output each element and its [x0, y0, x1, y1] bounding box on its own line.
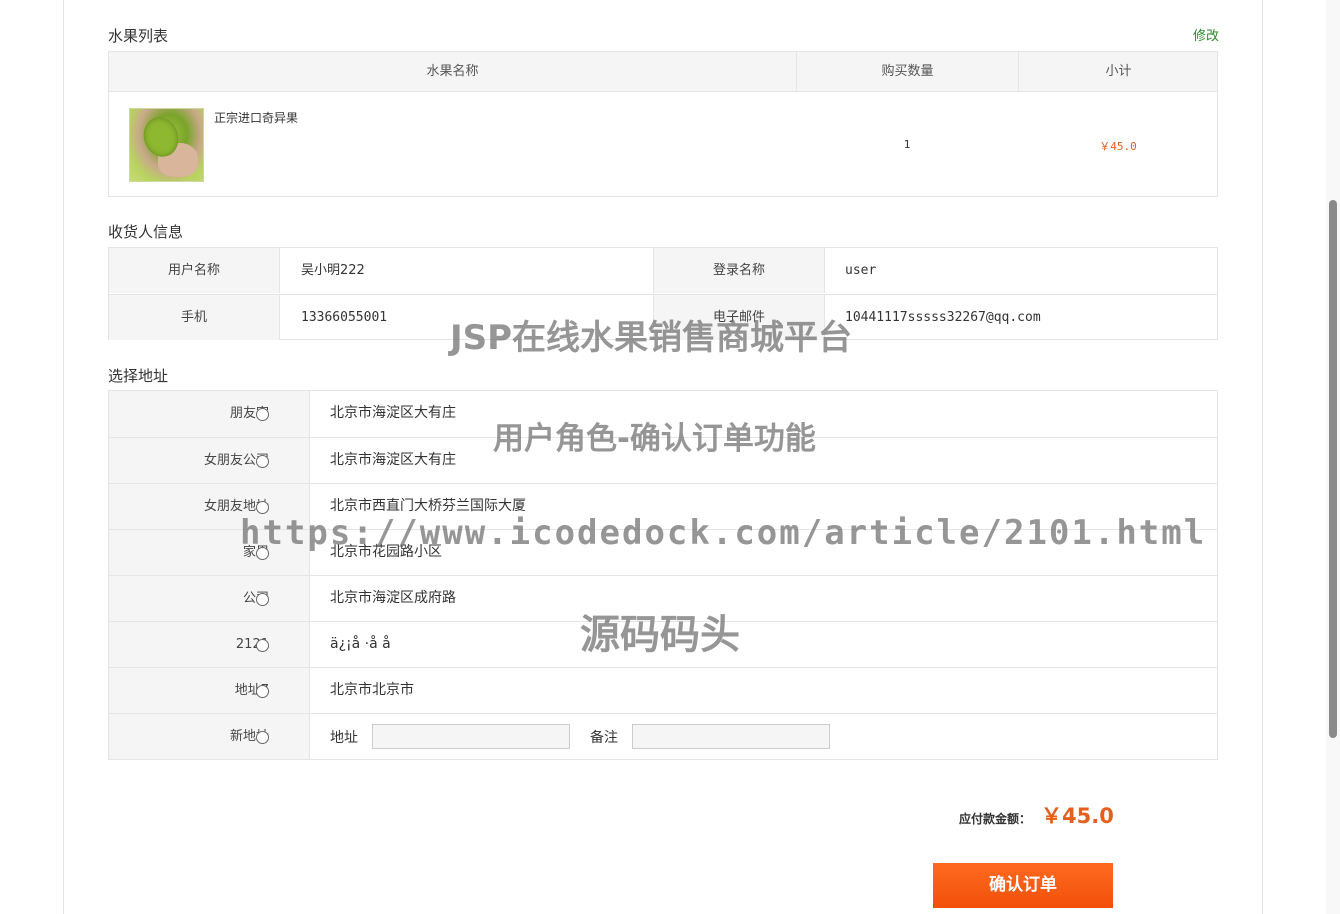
total-amount: ￥45.0 [1041, 804, 1114, 828]
new-address-row: 新地址 地址 备注 [109, 713, 1217, 759]
phone-value: 13366055001 [301, 310, 388, 325]
fruit-subtotal: ￥45.0 [1099, 140, 1137, 153]
fruit-quantity: 1 [903, 138, 911, 151]
address-option-row[interactable]: 女朋友地址 北京市西直门大桥芬兰国际大厦 [109, 483, 1217, 529]
fruit-image[interactable] [129, 108, 204, 182]
address-option-label: 女朋友公司 [109, 438, 310, 483]
address-option-text: 北京市花园路小区 [330, 544, 442, 560]
receiver-table: 用户名称 吴小明222 登录名称 user 手机 13366055001 电子邮… [108, 247, 1218, 340]
fruit-table: 水果名称 购买数量 小计 正宗进口奇异果 1 ￥45.0 [108, 51, 1218, 197]
address-radio[interactable] [256, 501, 269, 514]
scrollbar-thumb[interactable] [1329, 200, 1337, 738]
address-option-text: 北京市海淀区大有庄 [330, 452, 456, 468]
address-radio[interactable] [256, 408, 269, 421]
header-fruit-name: 水果名称 [426, 64, 479, 79]
address-option-label: 2121 [109, 622, 310, 667]
edit-link[interactable]: 修改 [1193, 25, 1219, 44]
fruit-list-title: 水果列表 [108, 27, 169, 45]
new-address-input[interactable] [372, 724, 570, 749]
login-name-value: user [845, 263, 877, 278]
login-name-label: 登录名称 [653, 248, 825, 293]
address-option-label: 地址7 [109, 668, 310, 713]
address-option-row[interactable]: 公司 北京市海淀区成府路 [109, 575, 1217, 621]
new-address-fields: 地址 备注 [330, 714, 850, 759]
header-quantity: 购买数量 [796, 52, 1018, 91]
address-field-label: 地址 [330, 729, 358, 746]
fruit-name[interactable]: 正宗进口奇异果 [214, 109, 298, 126]
address-radio[interactable] [256, 639, 269, 652]
address-radio[interactable] [256, 547, 269, 560]
address-option-label: 公司 [109, 576, 310, 621]
receiver-row: 用户名称 吴小明222 登录名称 user [109, 248, 1217, 294]
address-option-label: 家里 [109, 530, 310, 575]
vertical-scrollbar[interactable] [1326, 0, 1340, 914]
address-table: 朋友家 北京市海淀区大有庄 女朋友公司 北京市海淀区大有庄 女朋友地址 北京市西… [108, 390, 1218, 760]
fruit-table-header: 水果名称 购买数量 小计 [109, 52, 1217, 92]
header-subtotal: 小计 [1018, 52, 1218, 91]
table-row: 正宗进口奇异果 1 ￥45.0 [109, 92, 1217, 196]
email-value: 10441117sssss32267@qq.com [845, 310, 1041, 325]
address-option-row[interactable]: 家里 北京市花园路小区 [109, 529, 1217, 575]
address-option-text: 北京市海淀区成府路 [330, 590, 456, 606]
address-radio[interactable] [256, 593, 269, 606]
address-option-label: 女朋友地址 [109, 484, 310, 529]
address-radio[interactable] [256, 455, 269, 468]
address-radio[interactable] [256, 685, 269, 698]
username-label: 用户名称 [109, 248, 280, 293]
address-option-label: 朋友家 [109, 391, 310, 437]
new-address-radio[interactable] [256, 731, 269, 744]
note-input[interactable] [632, 724, 830, 749]
address-option-row[interactable]: 2121 ä¿¡å ·å å [109, 621, 1217, 667]
phone-label: 手机 [109, 295, 280, 340]
receiver-row: 手机 13366055001 电子邮件 10441117sssss32267@q… [109, 294, 1217, 340]
address-option-row[interactable]: 朋友家 北京市海淀区大有庄 [109, 391, 1217, 437]
username-value: 吴小明222 [301, 263, 365, 278]
address-option-row[interactable]: 女朋友公司 北京市海淀区大有庄 [109, 437, 1217, 483]
receiver-title: 收货人信息 [108, 223, 184, 241]
address-option-text: ä¿¡å ·å å [330, 636, 391, 652]
address-option-text: 北京市海淀区大有庄 [330, 405, 456, 421]
address-option-text: 北京市北京市 [330, 682, 414, 698]
address-title: 选择地址 [108, 367, 169, 385]
order-total: 应付款金额： ￥45.0 [959, 800, 1114, 830]
new-address-label: 新地址 [109, 714, 310, 759]
total-label: 应付款金额： [959, 812, 1032, 826]
note-field-label: 备注 [590, 729, 618, 746]
confirm-order-button[interactable]: 确认订单 [933, 863, 1113, 908]
address-option-text: 北京市西直门大桥芬兰国际大厦 [330, 498, 526, 514]
email-label: 电子邮件 [653, 295, 825, 340]
address-option-row[interactable]: 地址7 北京市北京市 [109, 667, 1217, 713]
